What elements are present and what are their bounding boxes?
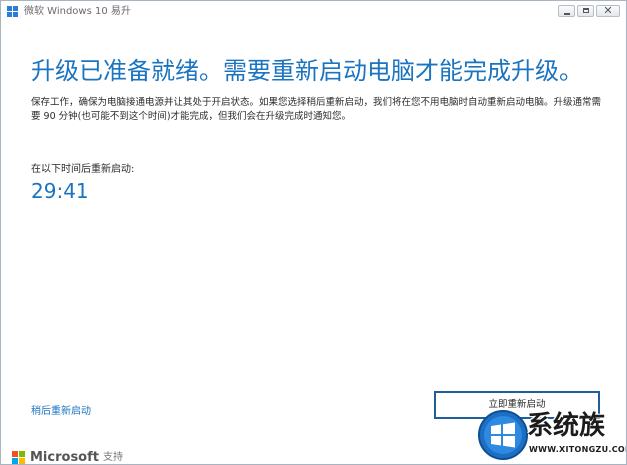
windows-logo-icon xyxy=(7,6,18,17)
minimize-icon xyxy=(564,13,570,15)
watermark-url: WWW.XITONGZU.COM xyxy=(529,445,627,454)
watermark-text: 系统族 xyxy=(527,411,606,441)
restart-later-link[interactable]: 稍后重新启动 xyxy=(31,405,91,419)
support-link[interactable]: 支持 xyxy=(103,451,123,464)
countdown-label: 在以下时间后重新启动: xyxy=(31,164,135,175)
site-watermark: 系统族 WWW.XITONGZU.COM xyxy=(477,405,627,464)
countdown-timer: 29:41 xyxy=(31,179,89,203)
minimize-button[interactable] xyxy=(558,5,575,17)
maximize-icon xyxy=(583,8,589,13)
window-title: 微软 Windows 10 易升 xyxy=(24,6,131,17)
close-button[interactable]: ✕ xyxy=(596,4,620,17)
upgrade-assistant-window: 微软 Windows 10 易升 ✕ 升级已准备就绪。需要重新启动电脑才能完成升… xyxy=(0,0,627,465)
maximize-button[interactable] xyxy=(577,5,594,17)
window-controls: ✕ xyxy=(558,4,620,19)
page-title: 升级已准备就绪。需要重新启动电脑才能完成升级。 xyxy=(31,57,583,85)
description-text: 保存工作，确保为电脑接通电源并让其处于开启状态。如果您选择稍后重新启动，我们将在… xyxy=(31,97,602,122)
watermark-windows-logo-icon xyxy=(478,410,528,460)
close-icon: ✕ xyxy=(603,4,613,17)
microsoft-brand: Microsoft xyxy=(30,450,99,465)
title-bar[interactable]: 微软 Windows 10 易升 ✕ xyxy=(1,1,626,23)
microsoft-logo-icon xyxy=(12,451,25,464)
